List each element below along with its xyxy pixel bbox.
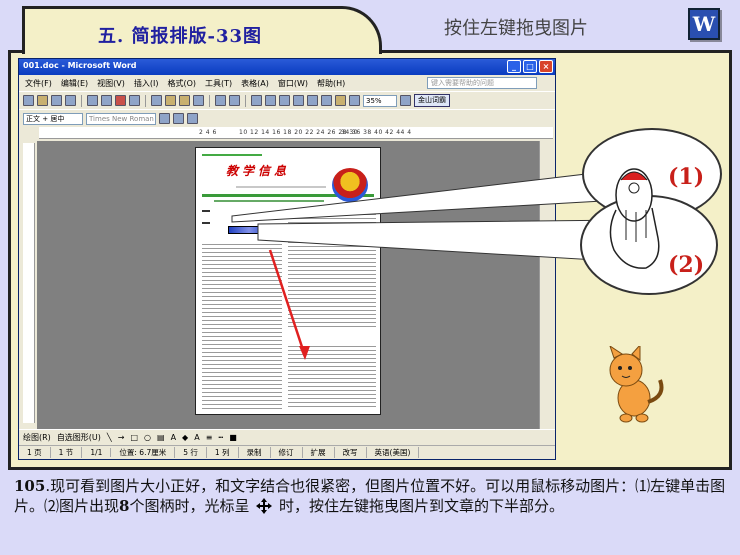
caption-eight: 8 (119, 497, 130, 515)
cat-mascot-icon (609, 346, 664, 423)
drag-arrow-head (299, 346, 310, 360)
caption-text-3: 时，按住左键拖曳图片到文章的下半部分。 (279, 497, 565, 515)
step-label-2: (2) (668, 252, 705, 278)
callout-beam-1 (231, 169, 621, 223)
caption-text-2: 个图柄时，光标呈 (129, 497, 250, 515)
hand-mouse-illustration (609, 168, 660, 269)
drag-arrow-line (268, 249, 307, 357)
move-cursor-icon (256, 498, 273, 514)
callout-beam-2 (257, 219, 631, 263)
step-label-1: (1) (668, 164, 705, 190)
instruction-caption: 105.现可看到图片大小正好，和文字结合也很紧密，但图片位置不好。可以用鼠标移动… (14, 476, 730, 516)
mouse-wheel-icon (628, 182, 640, 194)
caption-number: 105 (14, 477, 46, 495)
